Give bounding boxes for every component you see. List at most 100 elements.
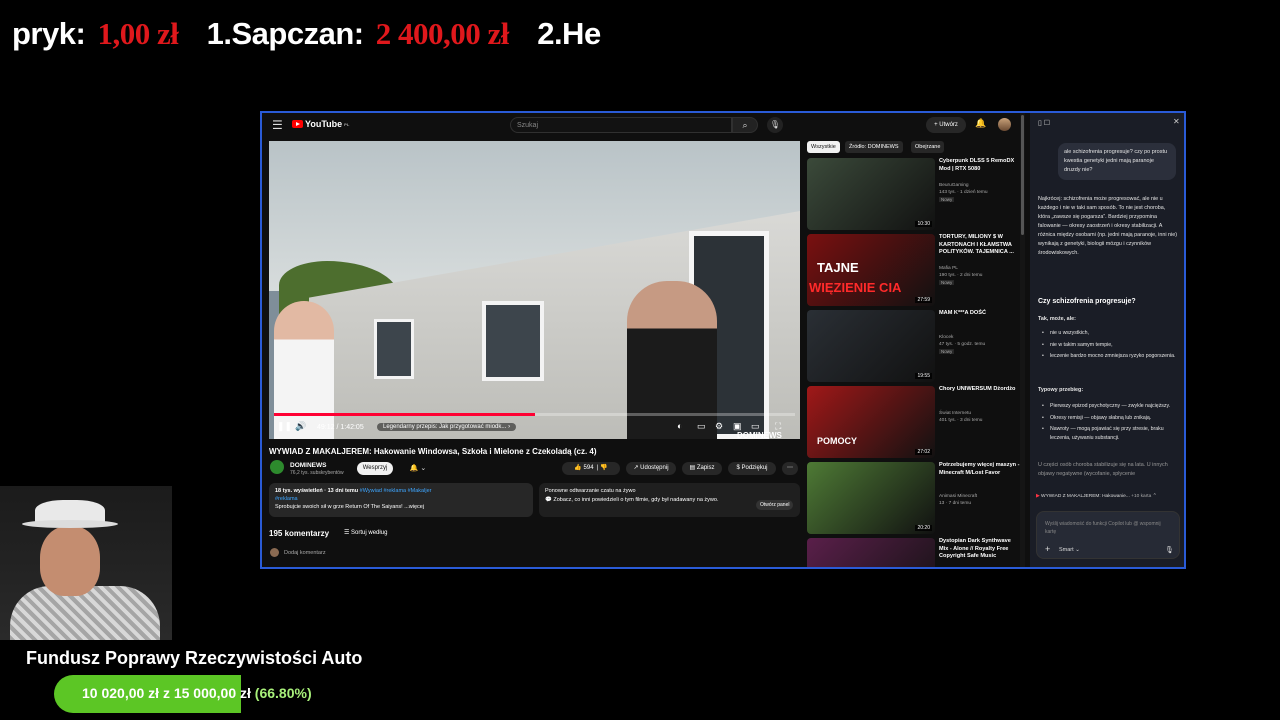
thanks-button[interactable]: $ Podziękuj bbox=[728, 462, 776, 475]
recommendation-channel: BeuruGaming bbox=[939, 183, 969, 188]
video-duration: 20:20 bbox=[915, 525, 932, 531]
sidebar-toggle-icon[interactable]: ▯ ☐ bbox=[1038, 119, 1050, 127]
live-chat-replay: Ponowne odtwarzanie czatu na żywo 💬 Zoba… bbox=[539, 483, 800, 517]
chip-watched[interactable]: Obejrzane bbox=[911, 141, 945, 153]
sort-button[interactable]: ☰ Sortuj według bbox=[344, 529, 387, 536]
video-thumbnail[interactable]: 10:30 bbox=[807, 158, 935, 230]
user-avatar bbox=[270, 548, 279, 557]
subtitles-icon[interactable]: ▭ bbox=[697, 421, 706, 432]
description-meta: 18 tys. wyświetleń · 13 dni temu bbox=[275, 488, 359, 494]
ticker-name: 2.He bbox=[537, 16, 601, 51]
like-button[interactable]: 👍 594 | 👎 bbox=[562, 462, 620, 475]
chip-source[interactable]: Źródło: DOMINEWS bbox=[845, 141, 903, 153]
support-button[interactable]: Wesprzyj bbox=[357, 462, 393, 475]
answer-list: nie u wszystkich, nie w takim samym temp… bbox=[1042, 329, 1176, 364]
recommendation-item[interactable]: POMOCY 27:02 Chory UNIWERSUM Dżordżo Świat … bbox=[807, 386, 1022, 460]
video-player[interactable]: ❚❚ 🔊 49:12 / 1:42:05 Legendarny przepis:… bbox=[269, 141, 800, 439]
sort-label: Sortuj według bbox=[351, 530, 388, 536]
subscribe-bell-icon[interactable]: 🔔 ⌄ bbox=[402, 462, 434, 475]
recommendation-channel: Świat Internetu bbox=[939, 411, 971, 416]
video-duration: 10:30 bbox=[915, 221, 932, 227]
more-actions-icon[interactable]: ⋯ bbox=[782, 462, 798, 475]
close-icon[interactable]: ✕ bbox=[1173, 117, 1180, 126]
context-tab[interactable]: ▶ WYWIAD Z MAKALJEREM: Hakowanie... +10 … bbox=[1036, 494, 1180, 499]
save-label: Zapisz bbox=[696, 465, 715, 471]
mode-selector[interactable]: Smart ⌄ bbox=[1059, 547, 1080, 553]
recommendation-meta: 190 tys. · 2 dni temu bbox=[939, 273, 983, 278]
youtube-page: ☰ YouTube PL Szukaj ⌕ 🎙 + Utwórz 🔔 ❚❚ 🔊 … bbox=[262, 113, 1028, 567]
tab-favicon-icon: ▶ bbox=[1036, 494, 1040, 499]
open-panel-button[interactable]: Otwórz panel bbox=[756, 500, 794, 510]
list-item: Okresy remisji — objawy słabną lub znika… bbox=[1042, 414, 1176, 423]
account-avatar[interactable] bbox=[998, 118, 1011, 131]
create-label: Utwórz bbox=[939, 122, 958, 128]
video-duration: 27:02 bbox=[915, 449, 932, 455]
user-message: ale schizofrenia progresuje? czy po pros… bbox=[1058, 143, 1176, 180]
new-badge: Nowy bbox=[939, 197, 955, 202]
thanks-label: Podziękuj bbox=[741, 465, 768, 471]
recommendation-title[interactable]: Cyberpunk DLSS 5 RemoDX Mod | RTX 5080 bbox=[939, 158, 1021, 173]
menu-icon[interactable]: ☰ bbox=[272, 118, 283, 132]
youtube-region: PL bbox=[344, 121, 350, 127]
recommendation-meta: 47 tys. · 5 godz. temu bbox=[939, 342, 986, 347]
search-input[interactable]: Szukaj bbox=[510, 117, 732, 133]
fund-progress-text: 10 020,00 zł z 15 000,00 zł (66.80%) bbox=[82, 685, 312, 701]
recommendation-channel: Animasi Minecraft bbox=[939, 494, 978, 499]
recommendation-item[interactable]: 19:55 MAM K***A DOŚĆ Klocek 47 tys. · 5 god… bbox=[807, 310, 1022, 384]
ticker-amount: 1,00 zł bbox=[97, 16, 179, 51]
video-duration: 19:55 bbox=[915, 373, 932, 379]
description-tags[interactable]: #Wywiad #reklama #Makaljer bbox=[360, 488, 432, 494]
youtube-logo[interactable]: YouTube PL bbox=[292, 119, 349, 129]
recommendation-item[interactable]: 20:20 Potrzebujemy więcej maszyn - Minecr… bbox=[807, 462, 1022, 536]
recommendation-title[interactable]: Potrzebujemy więcej maszyn - Minecraft M… bbox=[939, 462, 1021, 477]
recommendation-title[interactable]: Chory UNIWERSUM Dżordżo bbox=[939, 386, 1021, 394]
video-thumbnail[interactable]: 20:20 bbox=[807, 462, 935, 534]
pause-icon[interactable]: ❚❚ bbox=[277, 421, 292, 432]
fund-progress-bar: 10 020,00 zł z 15 000,00 zł (66.80%) bbox=[54, 675, 334, 713]
save-button[interactable]: ▤ Zapisz bbox=[682, 462, 722, 475]
recommendation-item[interactable]: Dystopian Dark Synthwave Mix - Alone // … bbox=[807, 538, 1022, 567]
video-thumbnail[interactable]: TAJNE WIĘZIENIE CIA 27:59 bbox=[807, 234, 935, 306]
volume-icon[interactable]: 🔊 bbox=[295, 421, 306, 432]
recommendation-title[interactable]: MAM K***A DOŚĆ bbox=[939, 310, 1021, 318]
like-count: 594 bbox=[583, 465, 594, 471]
add-comment-input[interactable]: Dodaj komentarz bbox=[284, 550, 326, 556]
video-thumbnail[interactable]: POMOCY 27:02 bbox=[807, 386, 935, 458]
copilot-input[interactable]: Wyślij wiadomość do funkcji Copilot lub … bbox=[1036, 511, 1180, 559]
answer-subheading: Tak, może, ale: bbox=[1038, 316, 1076, 322]
chapter-button[interactable]: Legendarny przepis: Jak przygotować miod… bbox=[377, 423, 517, 431]
recommendation-item[interactable]: 10:30 Cyberpunk DLSS 5 RemoDX Mod | RTX 5… bbox=[807, 158, 1022, 232]
settings-icon[interactable]: ⚙ bbox=[715, 421, 723, 432]
answer-list: Pierwszy epizod psychotyczny — zwykle na… bbox=[1042, 402, 1176, 445]
share-button[interactable]: ↗ Udostępnij bbox=[626, 462, 676, 475]
webcam-feed bbox=[0, 486, 172, 640]
channel-avatar[interactable] bbox=[270, 460, 284, 474]
recommendation-title[interactable]: TORTURY, MILIONY $ W KARTONACH I KŁAMSTW… bbox=[939, 234, 1021, 257]
search-icon[interactable]: ⌕ bbox=[732, 117, 758, 133]
context-title: WYWIAD Z MAKALJEREM: Hakowanie... bbox=[1041, 494, 1130, 499]
fund-title: Fundusz Poprawy Rzeczywistości Auto bbox=[26, 648, 363, 668]
recommendation-item[interactable]: TAJNE WIĘZIENIE CIA 27:59 TORTURY, MILIONY … bbox=[807, 234, 1022, 308]
channel-name[interactable]: DOMINEWS bbox=[290, 462, 326, 469]
chip-all[interactable]: Wszystkie bbox=[807, 141, 840, 153]
progress-bar[interactable] bbox=[274, 413, 795, 416]
add-icon[interactable]: + bbox=[1045, 544, 1050, 554]
video-thumbnail[interactable] bbox=[807, 538, 935, 567]
answer-heading: Czy schizofrenia progresuje? bbox=[1038, 298, 1136, 305]
create-button[interactable]: + Utwórz bbox=[926, 117, 966, 133]
microphone-icon[interactable]: 🎙 bbox=[1165, 546, 1174, 554]
notifications-icon[interactable]: 🔔 bbox=[975, 118, 986, 129]
new-badge: Nowy bbox=[939, 280, 955, 285]
video-title: WYWIAD Z MAKALJEREM: Hakowanie Windowsa,… bbox=[269, 447, 597, 456]
description-box[interactable]: 18 tys. wyświetleń · 13 dni temu #Wywiad… bbox=[269, 483, 533, 517]
autoplay-toggle-icon[interactable]: ◐ bbox=[677, 421, 682, 431]
ticker-name: 1.Sapczan: bbox=[206, 16, 364, 51]
recommendation-title[interactable]: Dystopian Dark Synthwave Mix - Alone // … bbox=[939, 538, 1021, 561]
microphone-icon[interactable]: 🎙 bbox=[767, 117, 783, 133]
description-line: Sprobujcie swoich sił w grze Return Of T… bbox=[275, 504, 425, 510]
list-item: nie u wszystkich, bbox=[1042, 329, 1176, 338]
answer-intro: Najkrócej: schizofrenia może progresować… bbox=[1038, 196, 1178, 256]
description-tag[interactable]: #reklama bbox=[275, 495, 527, 503]
video-thumbnail[interactable]: 19:55 bbox=[807, 310, 935, 382]
webcam-person-face bbox=[40, 526, 100, 596]
